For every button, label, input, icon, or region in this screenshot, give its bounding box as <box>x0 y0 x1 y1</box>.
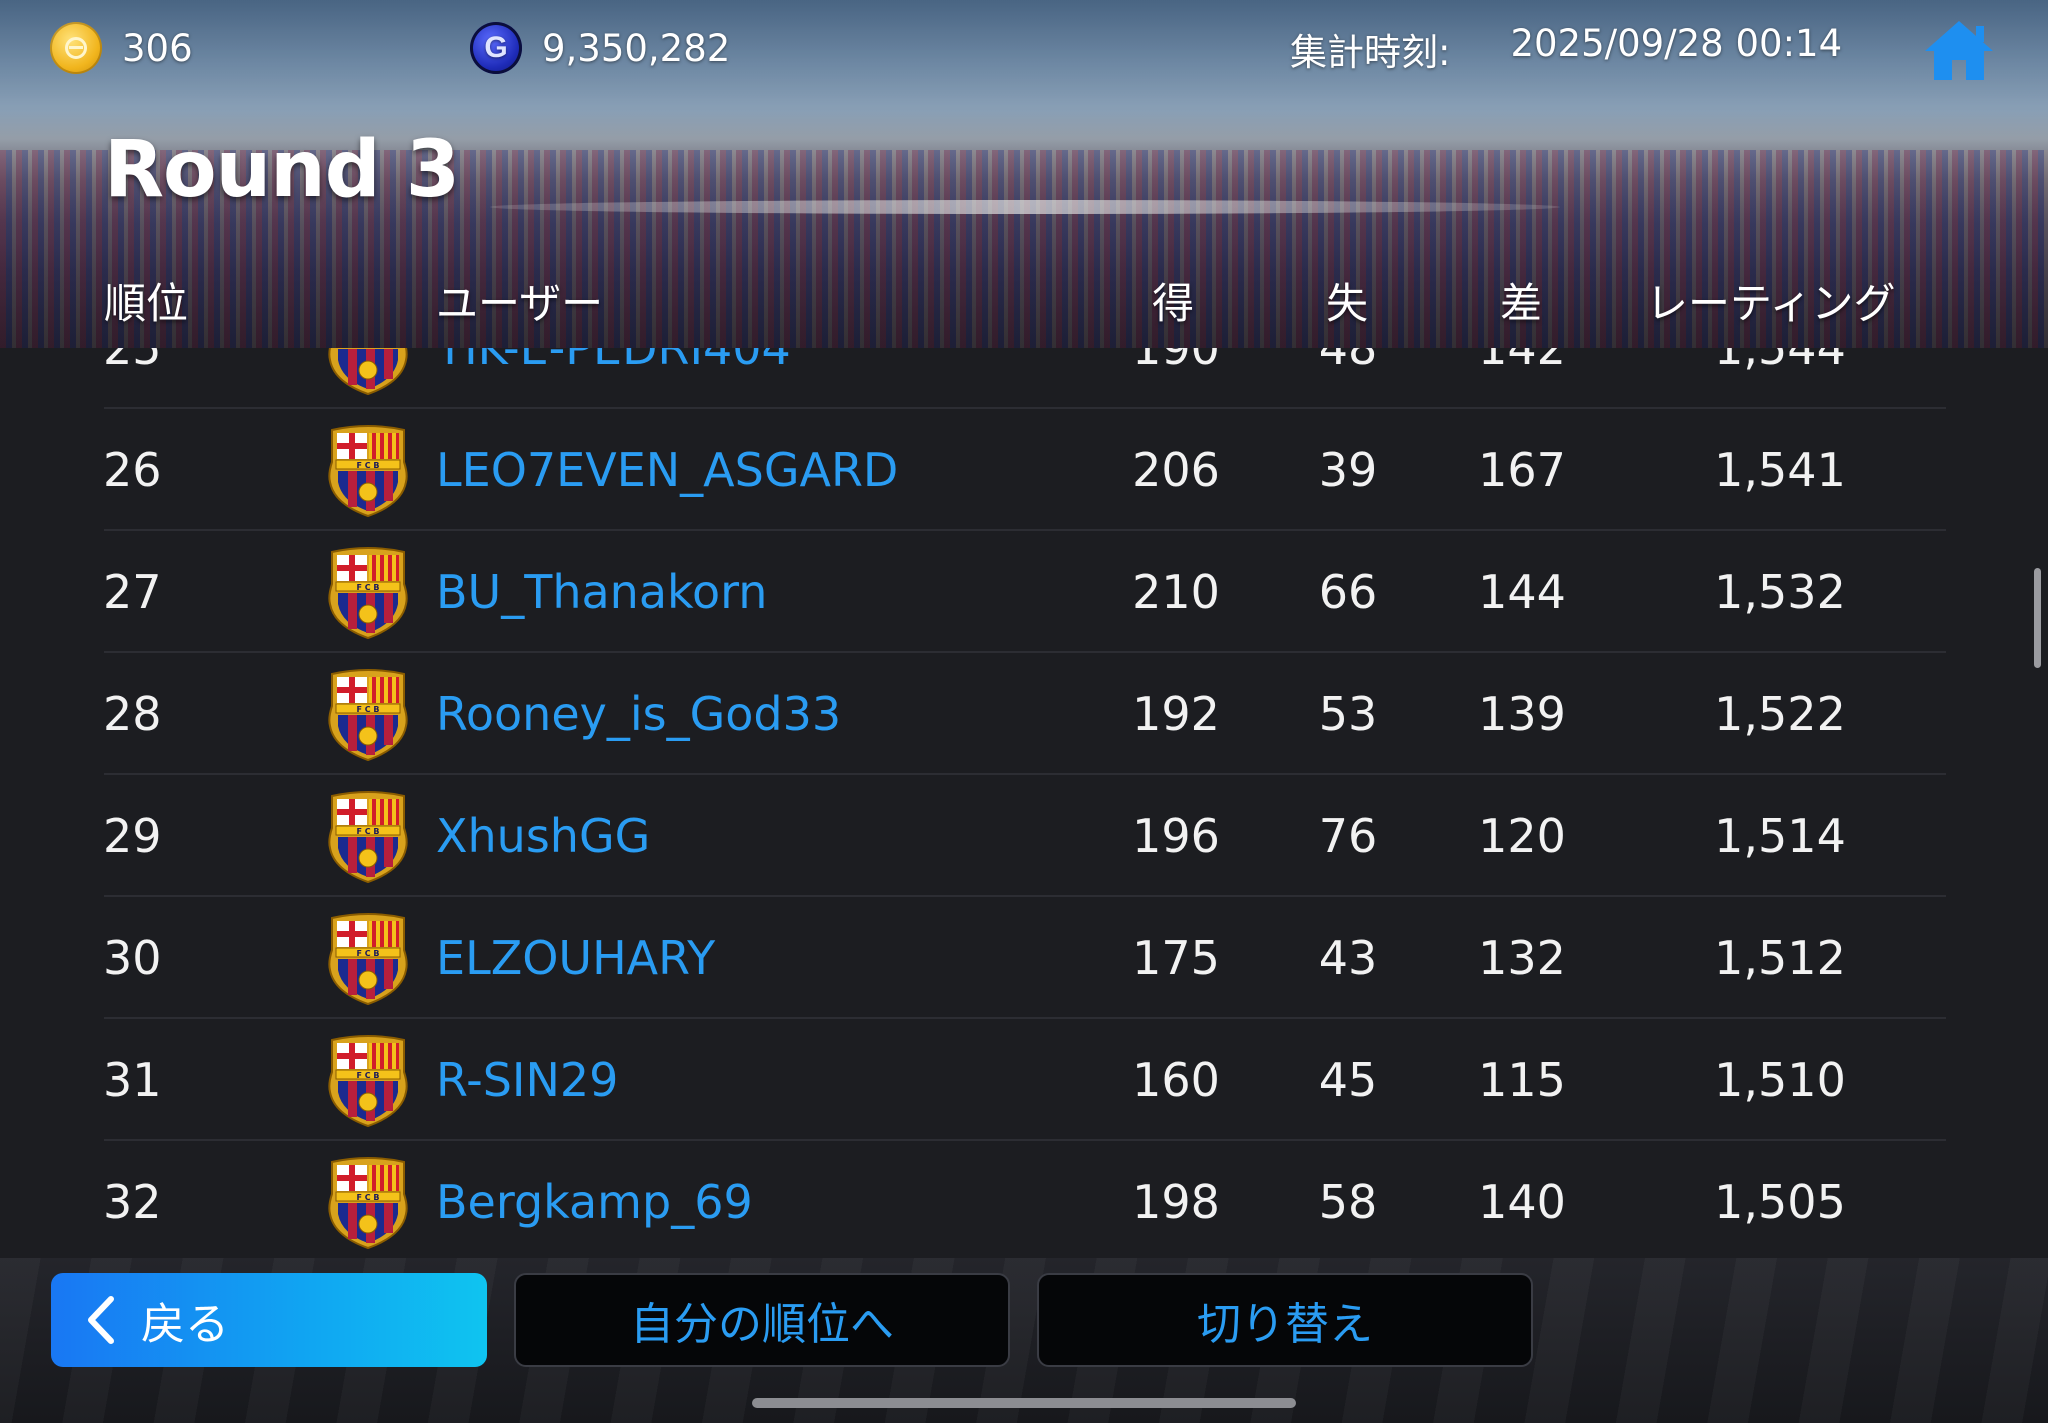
column-header-rank: 順位 <box>104 279 189 328</box>
gp-balance: G 9,350,282 <box>470 22 730 74</box>
row-user-name[interactable]: BU_Thanakorn <box>436 565 767 619</box>
column-header-goal-difference: 差 <box>1500 279 1543 328</box>
table-row[interactable]: 26 LEO7EVEN_ASGARD 206 39 167 1,541 <box>0 409 2048 531</box>
column-header-user: ユーザー <box>436 279 604 328</box>
club-crest-icon <box>324 1032 412 1128</box>
row-user-name[interactable]: Rooney_is_God33 <box>436 687 841 741</box>
row-rating: 1,541 <box>1714 443 1846 497</box>
column-header-goals-for: 得 <box>1152 279 1195 328</box>
ranking-screen: 306 G 9,350,282 集計時刻: 2025/09/28 00:14 R… <box>0 0 2048 1423</box>
table-row[interactable]: 28 Rooney_is_God33 192 53 139 1,522 <box>0 653 2048 775</box>
row-goals-for: 160 <box>1132 1053 1220 1107</box>
chevron-left-icon <box>88 1296 114 1344</box>
row-goal-difference: 120 <box>1478 809 1566 863</box>
row-rank: 29 <box>103 809 162 863</box>
row-user-name[interactable]: TIK-E-PEDRI404 <box>436 348 791 375</box>
aggregation-time-value: 2025/09/28 00:14 <box>1510 22 1843 65</box>
row-goals-against: 66 <box>1318 565 1378 619</box>
club-crest-icon <box>324 788 412 884</box>
row-rank: 28 <box>103 687 162 741</box>
row-rating: 1,544 <box>1714 348 1846 375</box>
row-goals-for: 190 <box>1132 348 1220 375</box>
column-header-rating: レーティング <box>1646 279 1896 328</box>
row-rating: 1,522 <box>1714 687 1846 741</box>
round-title: Round 3 <box>104 125 460 215</box>
club-crest-icon <box>324 1154 412 1250</box>
row-user-name[interactable]: ELZOUHARY <box>436 931 715 985</box>
row-goal-difference: 144 <box>1478 565 1566 619</box>
club-crest-icon <box>324 666 412 762</box>
row-goals-for: 175 <box>1132 931 1220 985</box>
aggregation-time-label: 集計時刻: <box>1290 31 1451 74</box>
row-rating: 1,505 <box>1714 1175 1846 1229</box>
row-rank: 31 <box>103 1053 162 1107</box>
home-button[interactable] <box>1922 18 1996 82</box>
table-row[interactable]: 32 Bergkamp_69 198 58 140 1,505 <box>0 1141 2048 1258</box>
row-goal-difference: 167 <box>1478 443 1566 497</box>
row-goals-for: 198 <box>1132 1175 1220 1229</box>
coin-icon <box>50 22 102 74</box>
table-row[interactable]: 27 BU_Thanakorn 210 66 144 1,532 <box>0 531 2048 653</box>
row-goals-against: 76 <box>1318 809 1378 863</box>
go-to-my-rank-button[interactable]: 自分の順位へ <box>514 1273 1010 1367</box>
ranking-table[interactable]: 25 TIK-E-PEDRI404 190 48 142 1,544 26 LE… <box>0 348 2048 1258</box>
coin-count: 306 <box>122 26 193 70</box>
home-icon <box>1925 21 1993 80</box>
row-rank: 32 <box>103 1175 162 1229</box>
row-rank: 26 <box>103 443 162 497</box>
coin-balance: 306 <box>50 22 193 74</box>
table-row[interactable]: 29 XhushGG 196 76 120 1,514 <box>0 775 2048 897</box>
table-row[interactable]: 31 R-SIN29 160 45 115 1,510 <box>0 1019 2048 1141</box>
row-goals-for: 210 <box>1132 565 1220 619</box>
column-header-goals-against: 失 <box>1326 279 1369 328</box>
gp-count: 9,350,282 <box>542 26 731 70</box>
club-crest-icon <box>324 910 412 1006</box>
row-goals-against: 43 <box>1318 931 1378 985</box>
row-rank: 27 <box>103 565 162 619</box>
club-crest-icon <box>324 422 412 518</box>
back-button-label: 戻る <box>141 1299 229 1350</box>
aggregation-time: 集計時刻: 2025/09/28 00:14 <box>1290 22 1842 76</box>
row-goal-difference: 140 <box>1478 1175 1566 1229</box>
row-rating: 1,514 <box>1714 809 1846 863</box>
go-to-my-rank-label: 自分の順位へ <box>630 1299 894 1350</box>
table-row[interactable]: 25 TIK-E-PEDRI404 190 48 142 1,544 <box>0 348 2048 409</box>
home-indicator-bar[interactable] <box>752 1398 1296 1408</box>
row-goals-against: 48 <box>1318 348 1378 375</box>
row-goals-for: 196 <box>1132 809 1220 863</box>
row-user-name[interactable]: LEO7EVEN_ASGARD <box>436 443 898 497</box>
table-scrollbar[interactable] <box>2034 568 2041 668</box>
row-goal-difference: 115 <box>1478 1053 1566 1107</box>
row-user-name[interactable]: XhushGG <box>436 809 650 863</box>
row-rank: 30 <box>103 931 162 985</box>
row-goals-against: 58 <box>1318 1175 1378 1229</box>
row-goal-difference: 142 <box>1478 348 1566 375</box>
gp-icon: G <box>470 22 522 74</box>
row-user-name[interactable]: R-SIN29 <box>436 1053 618 1107</box>
row-goals-for: 206 <box>1132 443 1220 497</box>
row-goal-difference: 139 <box>1478 687 1566 741</box>
row-rank: 25 <box>103 348 162 375</box>
row-goals-against: 39 <box>1318 443 1378 497</box>
row-goal-difference: 132 <box>1478 931 1566 985</box>
back-button[interactable]: 戻る <box>51 1273 487 1367</box>
switch-view-label: 切り替え <box>1197 1299 1373 1350</box>
row-rating: 1,512 <box>1714 931 1846 985</box>
row-goals-for: 192 <box>1132 687 1220 741</box>
club-crest-icon <box>324 544 412 640</box>
row-rating: 1,532 <box>1714 565 1846 619</box>
row-goals-against: 45 <box>1318 1053 1378 1107</box>
row-goals-against: 53 <box>1318 687 1378 741</box>
row-user-name[interactable]: Bergkamp_69 <box>436 1175 753 1229</box>
table-row[interactable]: 30 ELZOUHARY 175 43 132 1,512 <box>0 897 2048 1019</box>
row-rating: 1,510 <box>1714 1053 1846 1107</box>
club-crest-icon <box>324 348 412 396</box>
switch-view-button[interactable]: 切り替え <box>1037 1273 1533 1367</box>
